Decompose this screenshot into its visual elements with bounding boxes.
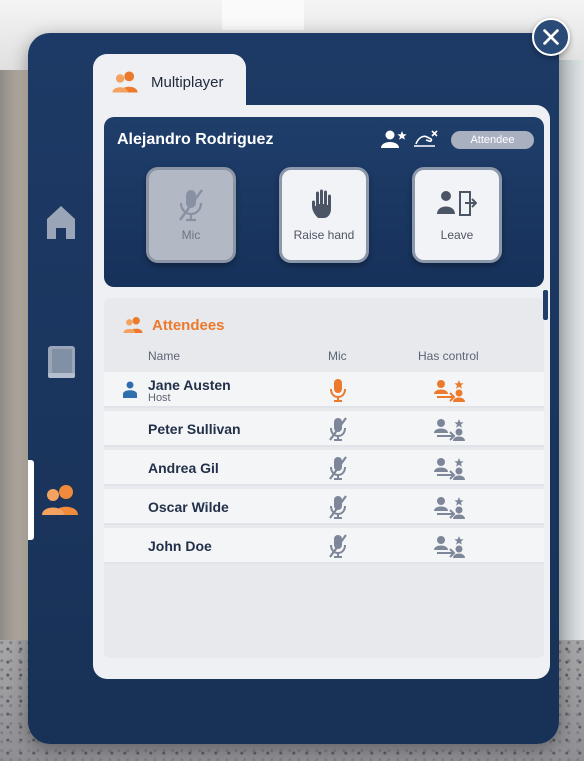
raise-hand-button[interactable]: Raise hand bbox=[279, 167, 369, 263]
tab-label: Multiplayer bbox=[151, 73, 224, 91]
user-star-icon[interactable] bbox=[381, 129, 407, 149]
user-card: Alejandro Rodriguez Attendee Mic Raise h… bbox=[104, 117, 544, 287]
mic-muted-icon[interactable] bbox=[328, 417, 348, 441]
background-window bbox=[558, 60, 584, 650]
attendee-row[interactable]: Oscar Wilde bbox=[104, 489, 544, 525]
people-icon bbox=[42, 485, 78, 515]
user-name: Alejandro Rodriguez bbox=[117, 131, 274, 148]
home-icon bbox=[47, 206, 75, 239]
attendee-row[interactable]: Peter Sullivan bbox=[104, 411, 544, 447]
attendee-name: John Doe bbox=[148, 538, 212, 554]
hand-icon bbox=[312, 189, 331, 218]
no-control-icon[interactable] bbox=[434, 535, 466, 559]
tab-multiplayer[interactable]: Multiplayer bbox=[93, 54, 246, 110]
column-header-mic: Mic bbox=[328, 349, 347, 363]
leave-button[interactable]: Leave bbox=[412, 167, 502, 263]
nav-multiplayer[interactable] bbox=[28, 460, 86, 540]
column-header-name: Name bbox=[148, 349, 181, 363]
attendee-name: Peter Sullivan bbox=[148, 421, 241, 437]
attendee-row[interactable]: Jane Austen Host bbox=[104, 372, 544, 408]
close-button[interactable] bbox=[532, 18, 570, 56]
background-wall bbox=[0, 70, 30, 660]
mic-muted-icon[interactable] bbox=[328, 495, 348, 519]
attendee-role: Host bbox=[148, 392, 171, 404]
no-control-icon[interactable] bbox=[434, 418, 466, 442]
attendee-row[interactable]: John Doe bbox=[104, 528, 544, 564]
mic-button-label: Mic bbox=[181, 228, 201, 242]
hand-off-icon[interactable] bbox=[413, 129, 439, 149]
attendee-name: Oscar Wilde bbox=[148, 499, 229, 515]
attendee-name: Jane Austen bbox=[148, 377, 231, 393]
mic-button[interactable]: Mic bbox=[146, 167, 236, 263]
people-icon bbox=[123, 317, 143, 333]
presenter-icon bbox=[123, 381, 137, 398]
leave-door-icon bbox=[437, 191, 477, 216]
people-icon bbox=[112, 71, 138, 93]
column-header-control: Has control bbox=[418, 349, 479, 363]
nav-book[interactable] bbox=[40, 340, 82, 384]
user-status-icons bbox=[381, 129, 439, 149]
mic-muted-icon[interactable] bbox=[328, 456, 348, 480]
no-control-icon[interactable] bbox=[434, 457, 466, 481]
role-badge: Attendee bbox=[451, 131, 534, 149]
close-icon bbox=[543, 29, 559, 45]
mic-muted-icon[interactable] bbox=[328, 534, 348, 558]
raise-hand-label: Raise hand bbox=[293, 228, 355, 242]
attendees-scrollbar[interactable] bbox=[543, 290, 548, 320]
book-icon bbox=[48, 346, 75, 378]
attendees-title: Attendees bbox=[152, 316, 225, 334]
has-control-icon[interactable] bbox=[434, 379, 466, 403]
attendees-header: Attendees bbox=[122, 316, 225, 334]
attendee-name: Andrea Gil bbox=[148, 460, 219, 476]
mic-muted-icon bbox=[179, 189, 203, 222]
nav-home[interactable] bbox=[40, 200, 82, 244]
no-control-icon[interactable] bbox=[434, 496, 466, 520]
background-ceiling-light bbox=[222, 0, 304, 30]
mic-active-icon[interactable] bbox=[328, 378, 348, 402]
attendee-row[interactable]: Andrea Gil bbox=[104, 450, 544, 486]
attendees-panel: Attendees Name Mic Has control Jane Aust… bbox=[104, 298, 544, 658]
leave-button-label: Leave bbox=[440, 228, 474, 242]
